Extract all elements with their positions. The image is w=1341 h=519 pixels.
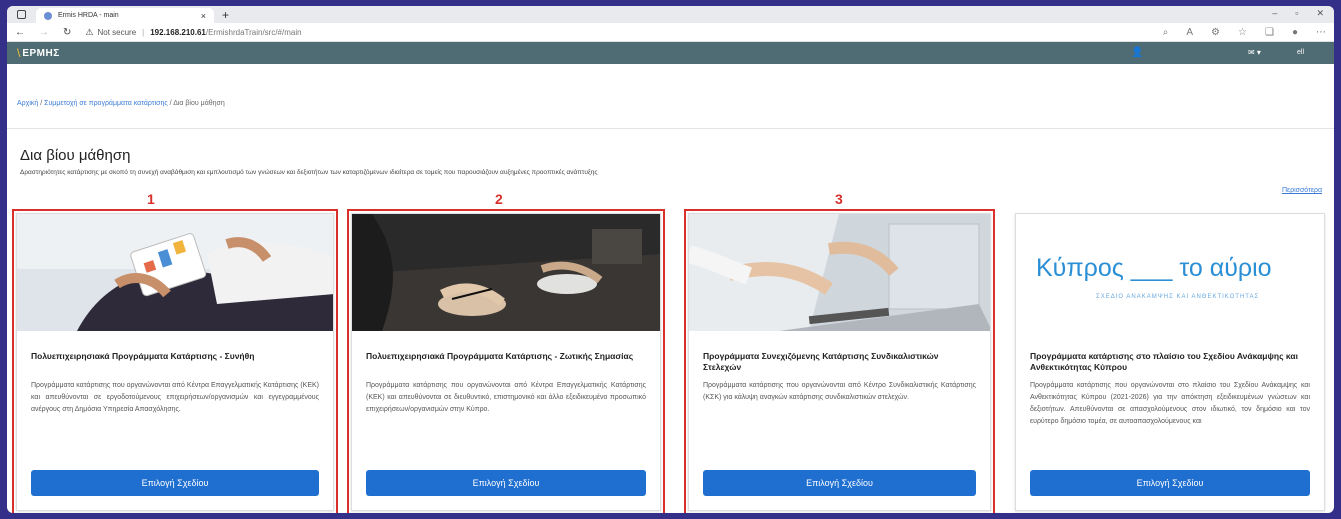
tab-title: Ermis HRDA - main	[58, 12, 119, 19]
user-icon[interactable]: 👤	[1131, 47, 1143, 58]
browser-window: Ermis HRDA - main × + – ▫ ✕ ← → ↻ ⚠ Not …	[7, 6, 1334, 513]
logo-icon: \	[17, 46, 21, 60]
card-image	[352, 214, 660, 331]
url-path[interactable]: /ErmishrdaTrain/src/#/main	[206, 28, 302, 37]
browser-tab[interactable]: Ermis HRDA - main ×	[36, 8, 214, 23]
card-description: Προγράμματα κατάρτισης που οργανώνονται …	[703, 382, 976, 401]
url-host[interactable]: 192.168.210.61	[150, 28, 206, 37]
card-title: Προγράμματα Συνεχιζόμενης Κατάρτισης Συν…	[703, 351, 939, 372]
select-plan-button[interactable]: Επιλογή Σχεδίου	[31, 470, 319, 496]
more-icon[interactable]: ⋯	[1316, 27, 1326, 38]
card-image	[17, 214, 333, 331]
forward-icon[interactable]: →	[39, 27, 49, 38]
favicon-icon	[44, 11, 52, 20]
breadcrumb: Αρχική / Συμμετοχή σε προγράμματα κατάρτ…	[17, 100, 225, 107]
kypros-logo-subtitle: ΣΧΕΔΙΟ ΑΝΑΚΑΜΨΗΣ ΚΑΙ ΑΝΘΕΚΤΙΚΟΤΗΤΑΣ	[1096, 294, 1260, 300]
program-card: Πολυεπιχειρησιακά Προγράμματα Κατάρτισης…	[12, 209, 338, 513]
breadcrumb-participation[interactable]: Συμμετοχή σε προγράμματα κατάρτισης	[44, 100, 168, 107]
restore-icon[interactable]: ▫	[1295, 8, 1298, 19]
not-secure-label[interactable]: Not secure	[97, 28, 136, 37]
card-title: Πολυεπιχειρησιακά Προγράμματα Κατάρτισης…	[366, 351, 634, 361]
select-plan-button[interactable]: Επιλογή Σχεδίου	[366, 470, 646, 496]
card-description: Προγράμματα κατάρτισης που οργανώνονται …	[31, 382, 319, 413]
card-image	[689, 214, 990, 331]
window-controls: – ▫ ✕	[1272, 8, 1324, 19]
close-tab-icon[interactable]: ×	[201, 11, 206, 21]
more-link[interactable]: Περισσότερα	[1282, 187, 1322, 194]
favorites-icon[interactable]: ☆	[1238, 27, 1247, 38]
mail-icon[interactable]: ✉ ▾	[1248, 48, 1261, 57]
breadcrumb-home[interactable]: Αρχική	[17, 100, 38, 107]
card-logo-panel: Κύπρος ___ το αύριο ΣΧΕΔΙΟ ΑΝΑΚΑΜΨΗΣ ΚΑΙ…	[1016, 214, 1324, 331]
card-title: Προγράμματα κατάρτισης στο πλαίσιο του Σ…	[1030, 351, 1298, 372]
select-plan-button[interactable]: Επιλογή Σχεδίου	[703, 470, 976, 496]
annotation-number: 1	[147, 191, 155, 207]
minimize-icon[interactable]: –	[1272, 8, 1277, 19]
program-card: Κύπρος ___ το αύριο ΣΧΕΔΙΟ ΑΝΑΚΑΜΨΗΣ ΚΑΙ…	[1015, 213, 1325, 511]
select-plan-button[interactable]: Επιλογή Σχεδίου	[1030, 470, 1310, 496]
address-bar: ← → ↻ ⚠ Not secure | 192.168.210.61/Ermi…	[7, 23, 1334, 42]
collections-icon[interactable]: ❏	[1265, 27, 1274, 38]
back-icon[interactable]: ←	[15, 27, 25, 38]
tab-strip: Ermis HRDA - main × + – ▫ ✕	[7, 6, 1334, 23]
tab-actions-icon[interactable]	[17, 10, 26, 19]
card-description: Προγράμματα κατάρτισης που οργανώνονται …	[1030, 382, 1310, 425]
search-page-icon[interactable]: ⌕	[1163, 27, 1169, 38]
profile-icon[interactable]: ●	[1292, 27, 1298, 38]
breadcrumb-current: Δια βίου μάθηση	[173, 100, 225, 107]
program-card: Πολυεπιχειρησιακά Προγράμματα Κατάρτισης…	[347, 209, 665, 513]
app-logo[interactable]: ΕΡΜΗΣ	[22, 48, 59, 59]
language-selector[interactable]: ell	[1297, 49, 1304, 56]
annotation-number: 2	[495, 191, 503, 207]
kypros-logo: Κύπρος ___ το αύριο	[1036, 254, 1272, 282]
program-card: Προγράμματα Συνεχιζόμενης Κατάρτισης Συν…	[684, 209, 995, 513]
new-tab-icon[interactable]: +	[222, 9, 229, 21]
url-separator: |	[142, 27, 145, 37]
close-window-icon[interactable]: ✕	[1316, 8, 1324, 19]
extensions-icon[interactable]: ⚙	[1211, 27, 1220, 38]
card-description: Προγράμματα κατάρτισης που οργανώνονται …	[366, 382, 646, 413]
reload-icon[interactable]: ↻	[63, 27, 71, 38]
app-header: \ ΕΡΜΗΣ 👤 ✉ ▾ ell	[7, 42, 1334, 64]
page-subtitle: Δραστηριότητες κατάρτισης με σκοπό τη συ…	[20, 169, 598, 176]
warning-icon[interactable]: ⚠	[85, 27, 93, 38]
card-title: Πολυεπιχειρησιακά Προγράμματα Κατάρτισης…	[31, 351, 255, 361]
read-aloud-icon[interactable]: A	[1186, 27, 1193, 38]
divider	[7, 128, 1334, 129]
page-title: Δια βίου μάθηση	[20, 147, 131, 164]
annotation-number: 3	[835, 191, 843, 207]
